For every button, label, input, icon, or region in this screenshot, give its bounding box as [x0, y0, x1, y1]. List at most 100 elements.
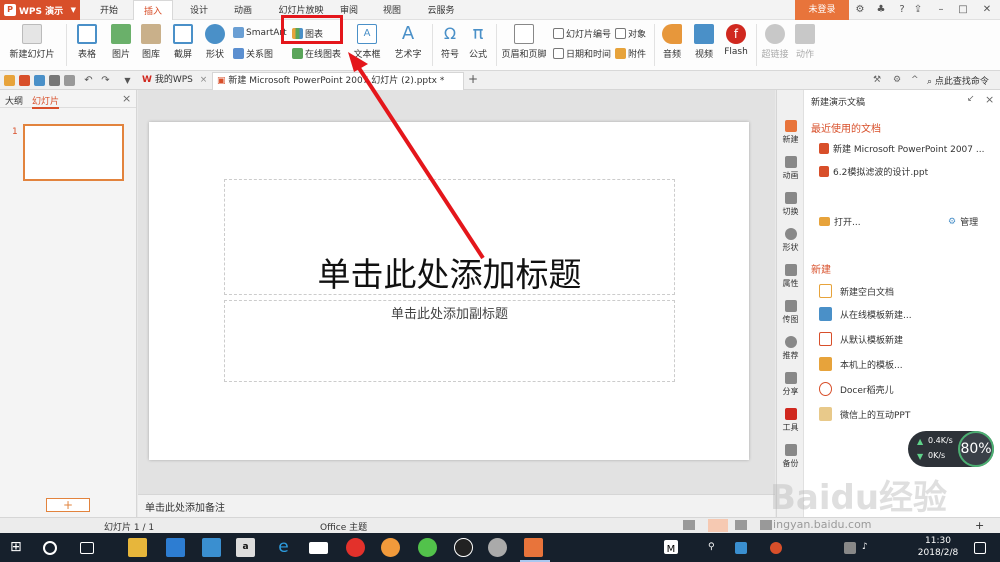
add-slide-button[interactable]: + — [46, 498, 90, 512]
monitor-app-icon[interactable] — [202, 538, 221, 557]
shield-icon[interactable] — [735, 542, 747, 554]
redo-icon[interactable]: ↷ — [100, 75, 111, 86]
skin-switch-icon[interactable]: ⚒ — [873, 75, 884, 86]
docer-item[interactable]: Docer稻壳儿 — [819, 382, 894, 396]
slide-thumbnail[interactable] — [23, 124, 124, 181]
upload-icon[interactable]: ⇪ — [907, 0, 929, 20]
tab-insert[interactable]: 插入 — [133, 0, 173, 21]
attachment-button[interactable]: 附件 — [615, 47, 646, 60]
recent-doc-item[interactable]: 新建 Microsoft PowerPoint 2007 ... — [819, 142, 984, 155]
action-button[interactable]: 动作 — [792, 24, 818, 60]
doc-tab-my-wps[interactable]: W 我的WPS × — [138, 72, 210, 90]
save-icon[interactable] — [34, 75, 45, 86]
task-tab-backup[interactable]: 备份 — [777, 444, 804, 469]
screenshot-button[interactable]: 截屏 — [168, 24, 198, 60]
open-file-button[interactable]: 打开... — [819, 215, 861, 228]
audio-button[interactable]: 音频 — [658, 24, 686, 60]
new-from-online-template[interactable]: 从在线模板新建... — [819, 307, 912, 321]
smartart-button[interactable]: SmartArt — [233, 27, 287, 38]
tab-slides[interactable]: 幻灯片 — [32, 94, 60, 109]
tab-design[interactable]: 设计 — [182, 0, 216, 20]
undo-icon[interactable]: ↶ — [83, 75, 94, 86]
gallery-button[interactable]: 图库 — [137, 24, 165, 60]
qq-icon[interactable] — [454, 538, 473, 557]
close-icon[interactable]: ✕ — [976, 0, 998, 20]
new-slide-button[interactable]: 新建幻灯片 — [4, 24, 60, 60]
browser-app-icon[interactable] — [381, 538, 400, 557]
clock-date[interactable]: 2018/2/8 — [911, 548, 965, 558]
task-tab-recommend[interactable]: 推荐 — [777, 336, 804, 361]
manage-button[interactable]: ⚙ 管理 — [948, 215, 978, 229]
textbox-button[interactable]: A 文本框 — [347, 24, 387, 60]
ie-browser-icon[interactable]: e — [274, 538, 293, 557]
store-icon[interactable] — [166, 538, 185, 557]
header-footer-button[interactable]: 页眉和页脚 — [500, 24, 548, 60]
settings-icon[interactable]: ⚙ — [893, 75, 904, 86]
netease-music-icon[interactable] — [346, 538, 365, 557]
task-tab-new[interactable]: 新建 — [777, 120, 804, 145]
task-tab-animation[interactable]: 动画 — [777, 156, 804, 181]
tray-app-icon[interactable] — [770, 542, 782, 554]
close-panel-icon[interactable]: × — [122, 92, 131, 105]
new-tab-icon[interactable]: + — [468, 73, 479, 86]
tab-cloud-service[interactable]: 云服务 — [420, 0, 462, 20]
flash-button[interactable]: f Flash — [722, 24, 750, 57]
doc-tab-presentation[interactable]: ▣ 新建 Microsoft PowerPoint 2007 幻灯片 (2).p… — [212, 72, 464, 90]
relation-chart-button[interactable]: 关系图 — [233, 47, 273, 60]
formula-button[interactable]: π 公式 — [466, 24, 490, 61]
wps-app-menu-button[interactable]: P WPS 演示 ▼ — [0, 0, 80, 20]
customize-dropdown-icon[interactable]: ▼ — [122, 75, 133, 86]
online-chart-button[interactable]: 在线图表 — [292, 47, 341, 60]
command-search[interactable]: ⌕ 点此查找命令 — [927, 74, 989, 87]
media-player-icon[interactable] — [488, 538, 507, 557]
task-tab-send-image[interactable]: 传图 — [777, 300, 804, 325]
preview-icon[interactable] — [64, 75, 75, 86]
wps-presentation-taskbar-icon[interactable] — [524, 538, 543, 557]
tab-view[interactable]: 视图 — [375, 0, 409, 20]
pin-icon[interactable]: ↙ — [967, 94, 975, 104]
expand-icon[interactable]: ^ — [911, 75, 922, 86]
volume-icon[interactable]: ♪ — [862, 542, 874, 554]
maximize-icon[interactable]: □ — [952, 0, 974, 20]
wechat-icon[interactable] — [418, 538, 437, 557]
slide-number-button[interactable]: 幻灯片编号 — [553, 27, 611, 40]
amazon-icon[interactable]: a — [236, 538, 255, 557]
network-speed-widget[interactable]: ▲ 0.4K/s ▼ 0K/s 80% — [908, 431, 994, 467]
clock-time[interactable]: 11:30 — [918, 536, 958, 546]
title-placeholder[interactable]: 单击此处添加标题 — [224, 179, 675, 295]
people-icon[interactable]: ⚲ — [708, 542, 720, 554]
windows-start-icon[interactable]: ⊞ — [10, 538, 29, 557]
file-explorer-icon[interactable] — [128, 538, 147, 557]
open-folder-icon[interactable] — [4, 75, 15, 86]
network-icon[interactable] — [844, 542, 856, 554]
new-from-default-template[interactable]: 从默认模板新建 — [819, 332, 903, 346]
mail-icon[interactable] — [309, 542, 328, 554]
video-button[interactable]: 视频 — [690, 24, 718, 60]
subtitle-placeholder[interactable]: 单击此处添加副标题 — [224, 300, 675, 382]
shape-button[interactable]: 形状 — [200, 24, 230, 60]
new-doc-icon[interactable] — [19, 75, 30, 86]
normal-view-icon[interactable] — [708, 519, 728, 532]
tab-animation[interactable]: 动画 — [226, 0, 260, 20]
close-pane-icon[interactable]: × — [985, 93, 994, 106]
task-tab-tools[interactable]: 工具 — [777, 408, 804, 433]
minimize-icon[interactable]: – — [930, 0, 952, 20]
local-template[interactable]: 本机上的模板... — [819, 357, 903, 371]
notes-pane[interactable]: 单击此处添加备注 — [138, 494, 775, 517]
notes-toggle-icon[interactable] — [683, 520, 695, 530]
wordart-button[interactable]: A 艺术字 — [389, 24, 427, 61]
slide[interactable]: 单击此处添加标题 单击此处添加副标题 — [149, 122, 749, 460]
task-tab-shape[interactable]: 形状 — [777, 228, 804, 253]
hyperlink-button[interactable]: 超链接 — [760, 24, 790, 60]
skin-icon[interactable]: ⚙ — [849, 0, 871, 20]
login-button[interactable]: 未登录 — [795, 0, 849, 20]
task-tab-share[interactable]: 分享 — [777, 372, 804, 397]
tab-outline[interactable]: 大纲 — [5, 94, 23, 107]
shirt-icon[interactable]: ♣ — [870, 0, 892, 20]
task-view-icon[interactable] — [80, 542, 94, 554]
table-button[interactable]: 表格 — [71, 24, 103, 60]
task-tab-transition[interactable]: 切换 — [777, 192, 804, 217]
task-pane-header[interactable]: 新建演示文稿 — [811, 95, 865, 108]
tab-home[interactable]: 开始 — [92, 0, 126, 20]
sorter-view-icon[interactable] — [735, 520, 747, 530]
